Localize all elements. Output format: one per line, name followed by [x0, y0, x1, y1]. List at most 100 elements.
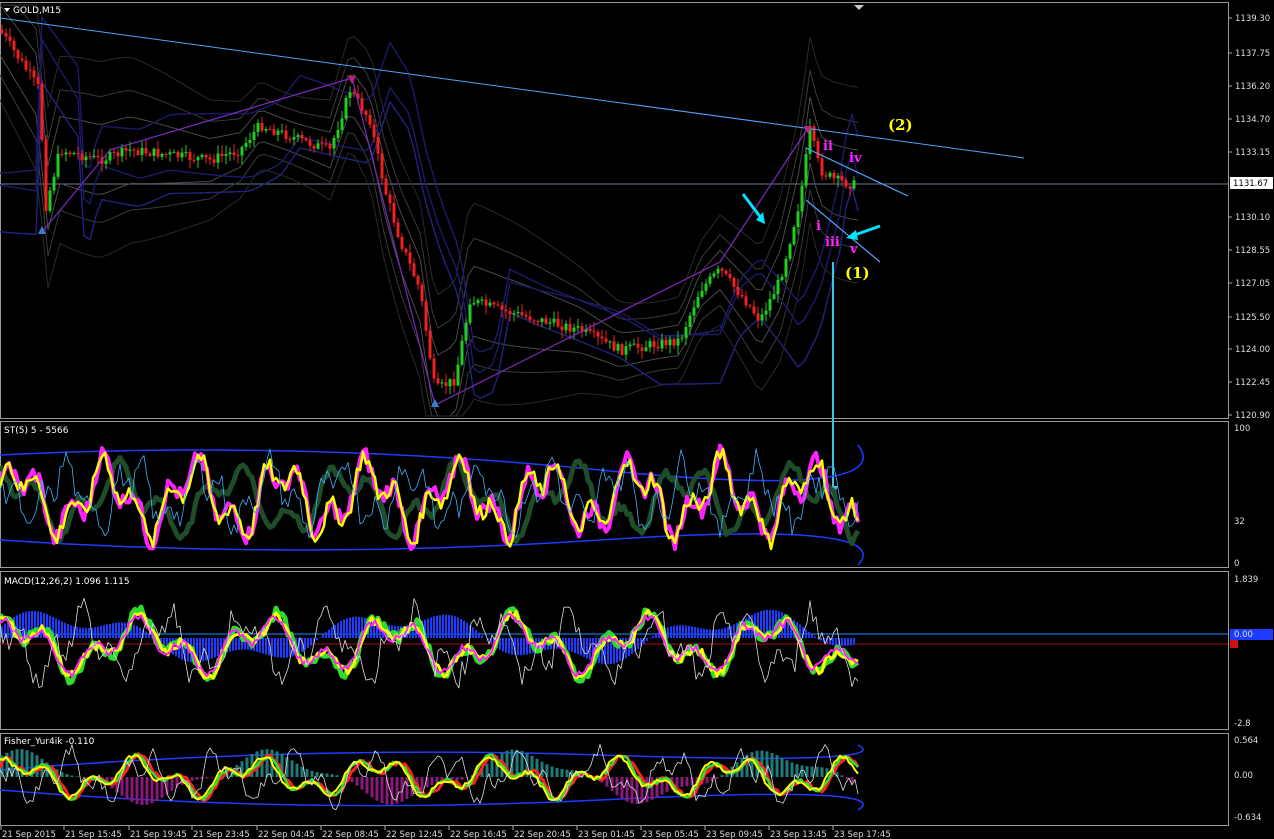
wave-label-i: i: [816, 219, 821, 234]
candle-body: [652, 341, 656, 347]
time-tick-label: 23 Sep 13:45: [770, 830, 827, 839]
candle-body: [696, 296, 700, 308]
svg-text:0: 0: [1234, 559, 1239, 569]
candle-body: [188, 152, 192, 160]
candle-body: [440, 382, 444, 384]
candle-body: [400, 236, 404, 249]
candle-body: [212, 159, 216, 163]
scroll-marker-icon[interactable]: [854, 5, 864, 10]
candle-body: [320, 143, 324, 145]
time-tick-label: 22 Sep 04:45: [258, 830, 315, 839]
candle-body: [828, 172, 832, 177]
candle-body: [208, 157, 212, 160]
time-tick-label: 22 Sep 16:45: [450, 830, 507, 839]
candle-body: [852, 180, 856, 189]
candle-body: [432, 358, 436, 379]
candle-body: [772, 294, 776, 299]
candle-body: [692, 307, 696, 316]
candle-body: [264, 129, 268, 131]
candle-body: [848, 186, 852, 189]
stoch-title: ST(5) 5 - 5566: [4, 426, 69, 436]
price-tick-label: 1120.90: [1235, 411, 1270, 421]
candle-body: [92, 155, 96, 158]
candle-body: [456, 364, 460, 386]
candle-body: [292, 136, 296, 140]
candle-body: [48, 190, 52, 211]
stoch-band-lower: [0, 533, 864, 566]
candle-body: [200, 154, 204, 158]
candle-body: [388, 194, 392, 204]
bollinger-band: [0, 4, 859, 329]
candle-body: [796, 211, 800, 227]
candle-body: [120, 147, 124, 157]
candle-body: [740, 295, 744, 297]
candle-body: [116, 152, 120, 157]
time-tick-label: 21 Sep 15:45: [65, 830, 122, 839]
candle-body: [308, 140, 312, 146]
symbol-title-group[interactable]: GOLD,M15: [4, 6, 61, 16]
svg-text:100: 100: [1234, 424, 1250, 434]
candle-body: [552, 318, 556, 323]
candle-body: [316, 143, 320, 149]
candle-body: [180, 152, 184, 158]
price-tick-label: 1122.45: [1235, 378, 1270, 388]
candle-body: [476, 300, 480, 304]
candle-body: [72, 153, 76, 155]
candle-body: [336, 129, 340, 138]
candle-body: [12, 40, 16, 51]
candle-body: [704, 283, 708, 291]
svg-text:0.00: 0.00: [1234, 771, 1253, 781]
fisher-lines: [0, 743, 864, 811]
candle-body: [752, 306, 756, 314]
candle-body: [504, 309, 508, 312]
time-tick-label: 23 Sep 09:45: [706, 830, 763, 839]
candle-body: [516, 312, 520, 314]
candle-body: [688, 315, 692, 328]
candle-body: [560, 326, 564, 331]
time-tick-label: 22 Sep 20:45: [514, 830, 571, 839]
candle-body: [80, 153, 84, 161]
candle-body: [792, 226, 796, 245]
candle-body: [196, 157, 200, 161]
candle-body: [16, 50, 20, 59]
candle-body: [496, 304, 500, 306]
candle-body: [68, 152, 72, 155]
candle-body: [760, 314, 764, 321]
svg-text:1131.67: 1131.67: [1233, 179, 1268, 189]
svg-text:-0.634: -0.634: [1234, 813, 1261, 823]
candle-body: [640, 347, 644, 351]
candle-body: [532, 320, 536, 322]
candle-body: [612, 341, 616, 351]
fisher-white-line: [0, 743, 859, 811]
candle-body: [368, 114, 372, 125]
price-axis: 1139.30 1137.75 1136.20 1134.70 1133.15 1130.…: [0, 14, 1270, 421]
price-tick-label: 1136.20: [1235, 82, 1270, 92]
candle-body: [492, 302, 496, 305]
candle-body: [96, 155, 100, 158]
candle-body: [252, 131, 256, 141]
candle-body: [840, 175, 844, 181]
candle-body: [44, 139, 48, 211]
candle-body: [260, 123, 264, 131]
drawings: [0, 17, 1025, 498]
candle-body: [332, 137, 336, 149]
candle-body: [60, 153, 64, 155]
fisher-title: Fisher_Yur4ik -0.110: [4, 737, 95, 747]
svg-text:0.00: 0.00: [1234, 630, 1253, 640]
candle-body: [540, 318, 544, 323]
candle-body: [820, 158, 824, 176]
candle-body: [172, 151, 176, 153]
candle-body: [732, 277, 736, 287]
candle-body: [284, 130, 288, 139]
svg-text:1.839: 1.839: [1234, 575, 1258, 585]
candle-body: [680, 337, 684, 339]
candle-body: [480, 299, 484, 301]
price-tick-label: 1130.10: [1235, 213, 1270, 223]
time-tick-label: 22 Sep 12:45: [386, 830, 443, 839]
time-tick-label: 23 Sep 05:45: [642, 830, 699, 839]
chart-window[interactable]: 1139.30 1137.75 1136.20 1134.70 1133.15 1130.…: [0, 0, 1274, 839]
price-tick-label: 1125.50: [1235, 313, 1270, 323]
candle-body: [616, 344, 620, 351]
macd-lines: [0, 598, 1228, 689]
candle-body: [832, 172, 836, 179]
